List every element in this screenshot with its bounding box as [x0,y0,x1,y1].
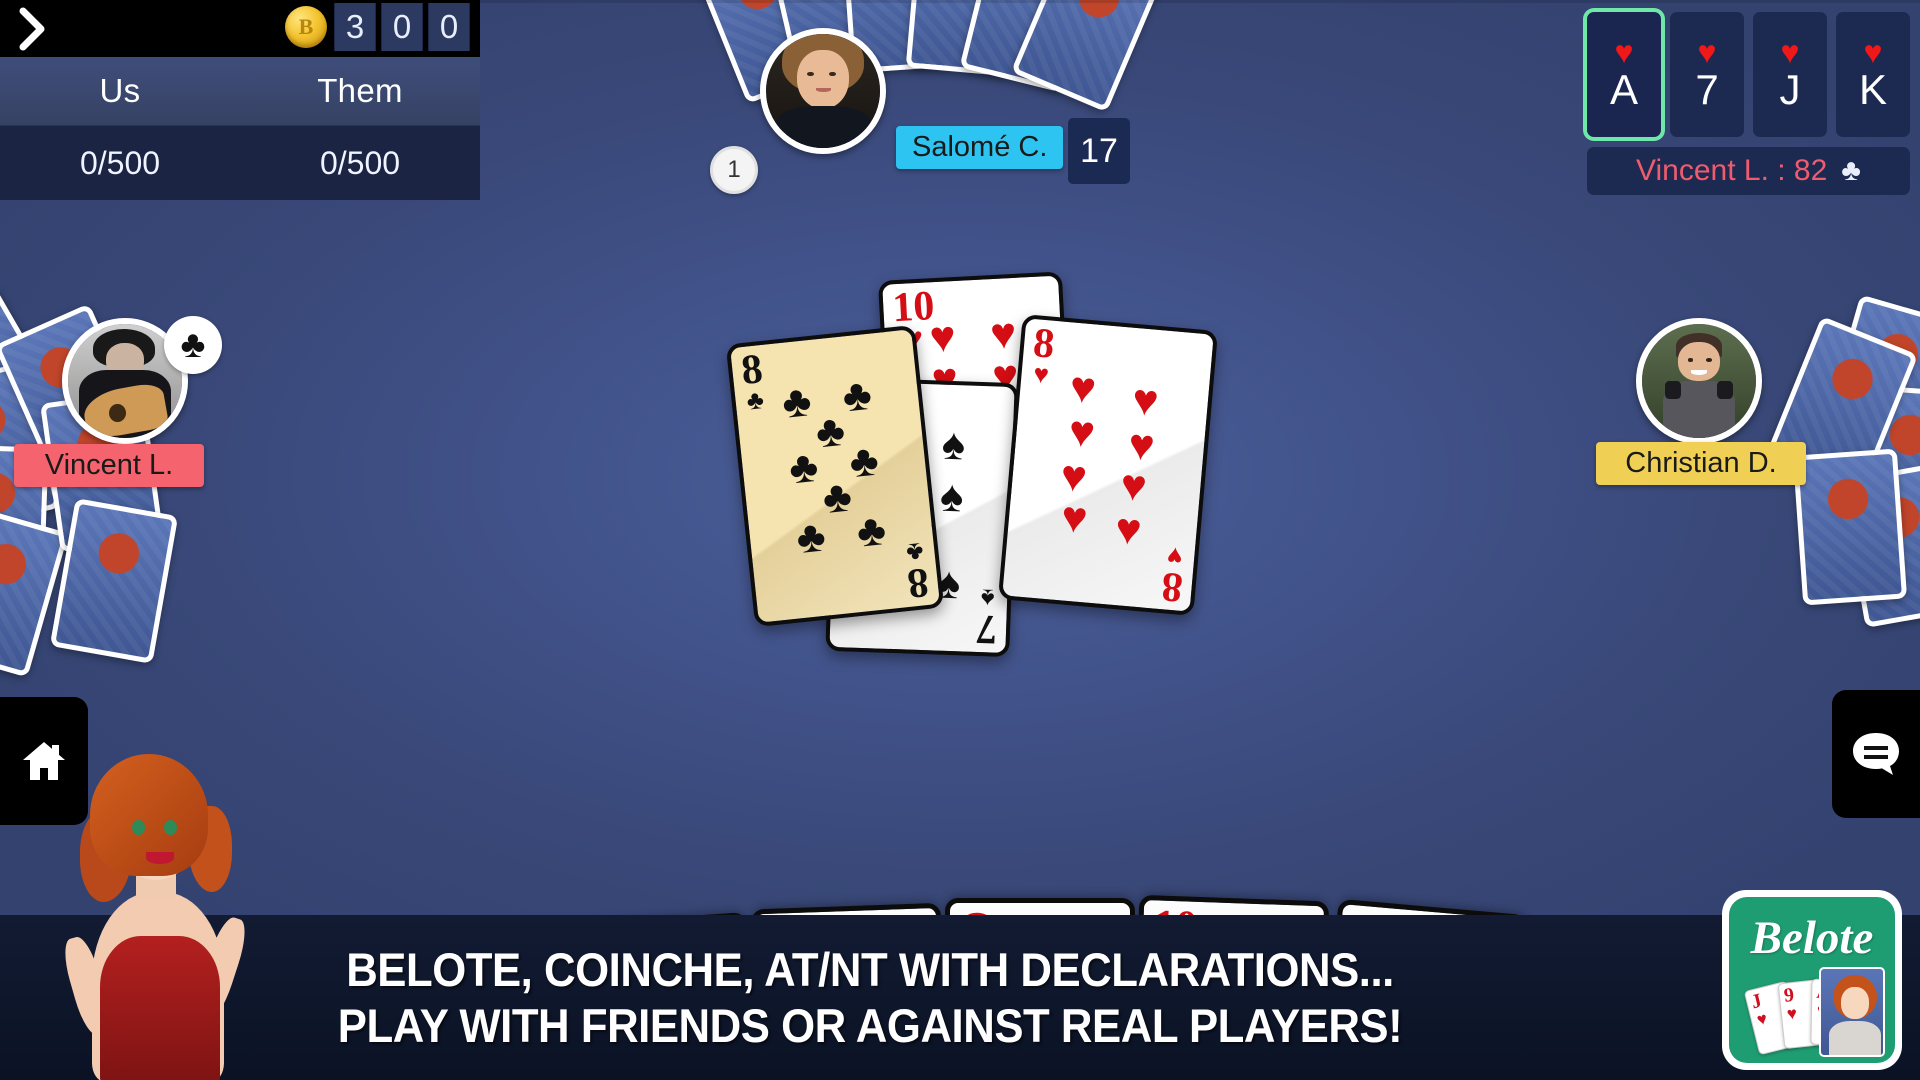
coin-icon: B [285,6,327,48]
team-score-us: 0/500 [79,144,161,181]
promo-line-1: BELOTE, COINCHE, AT/NT WITH DECLARATIONS… [346,943,1394,997]
card-back [1792,448,1908,606]
coin-digit: 0 [428,3,470,51]
card-back [1010,0,1166,113]
mascot-character [38,740,278,1080]
card-rank: K [1858,65,1887,113]
heart-icon: ♥ [1614,34,1634,71]
card-rank: 7 [1695,65,1719,113]
played-card-8-clubs: 8 ♣ 8 ♣ ♣ ♣ ♣ ♣ ♣ ♣ ♣ ♣ [725,324,945,628]
expand-arrow-icon[interactable] [0,0,64,57]
heart-icon: ♥ [1697,34,1717,71]
club-icon: ♣ [1841,154,1861,187]
promo-banner: BELOTE, COINCHE, AT/NT WITH DECLARATIONS… [0,915,1920,1080]
trump-suit-badge: ♣ [164,316,222,374]
top-bar: B 3 0 0 [0,0,480,57]
player-name-tag: Christian D. [1596,442,1806,485]
card-rank: J [1779,65,1801,113]
card-rank: 9 [1782,983,1796,1007]
team-header-row: Us Them [0,57,480,126]
coin-counter[interactable]: B 3 0 0 [285,3,470,51]
player-card-count: 17 [1068,118,1130,184]
card-rank: A [1609,65,1638,113]
player-name-tag: Vincent L. [14,444,204,487]
team-label-us: Us [99,72,141,109]
chat-icon [1853,733,1899,775]
bid-card-jack-hearts[interactable]: ♥ J [1753,12,1827,137]
app-logo-inner: Belote J ♥ 9 ♥ A ♥ [1729,897,1895,1063]
card-pips: ♣ ♣ ♣ ♣ ♣ ♣ ♣ ♣ [779,369,889,564]
card-rank: 8 [1031,320,1057,368]
card-suit: ♥ [1785,1003,1798,1024]
card-rank: 8 [905,557,931,606]
contract-info-bar: Vincent L. : 82 ♣ [1587,147,1910,195]
bid-card-row: ♥ A ♥ 7 ♥ J ♥ K [1587,12,1910,137]
team-score-row: 0/500 0/500 [0,126,480,200]
chat-button[interactable] [1832,690,1920,818]
card-suit: ♥ [1754,1008,1770,1030]
avatar[interactable] [1636,318,1762,444]
card-rank: 8 [1159,562,1185,610]
app-logo-word: Belote [1750,912,1874,964]
christian-avatar [1642,324,1756,438]
team-label-them: Them [317,72,403,109]
promo-line-2: PLAY WITH FRIENDS OR AGAINST REAL PLAYER… [337,998,1403,1052]
contract-text: Vincent L. : 82 [1636,154,1828,187]
played-card-8-hearts: 8 ♥ 8 ♥ ♥ ♥ ♥ ♥ ♥ ♥ ♥ ♥ [997,314,1219,616]
logo-character-card [1819,967,1885,1057]
card-rank: 7 [975,604,998,652]
avatar[interactable] [760,28,886,154]
app-logo: Belote J ♥ 9 ♥ A ♥ [1722,890,1902,1070]
promo-banner-text: BELOTE, COINCHE, AT/NT WITH DECLARATIONS… [0,942,1920,1053]
salome-avatar [766,34,880,148]
card-pips: ♥ ♥ ♥ ♥ ♥ ♥ ♥ ♥ [1058,362,1161,556]
heart-icon: ♥ [1863,34,1883,71]
player-name-tag: Salomé C. [896,126,1064,169]
coin-digit: 3 [334,3,376,51]
turn-order-badge: 1 [710,146,758,194]
heart-icon: ♥ [1780,34,1800,71]
coin-digit: 0 [381,3,423,51]
team-score-them: 0/500 [319,144,401,181]
bid-card-ace-hearts[interactable]: ♥ A [1587,12,1661,137]
bid-card-7-hearts[interactable]: ♥ 7 [1670,12,1744,137]
bid-card-king-hearts[interactable]: ♥ K [1836,12,1910,137]
bid-panel: ♥ A ♥ 7 ♥ J ♥ K Vincent L. : 82 ♣ [1587,12,1910,195]
scoreboard-panel: B 3 0 0 Us Them 0/500 0/500 [0,0,480,200]
